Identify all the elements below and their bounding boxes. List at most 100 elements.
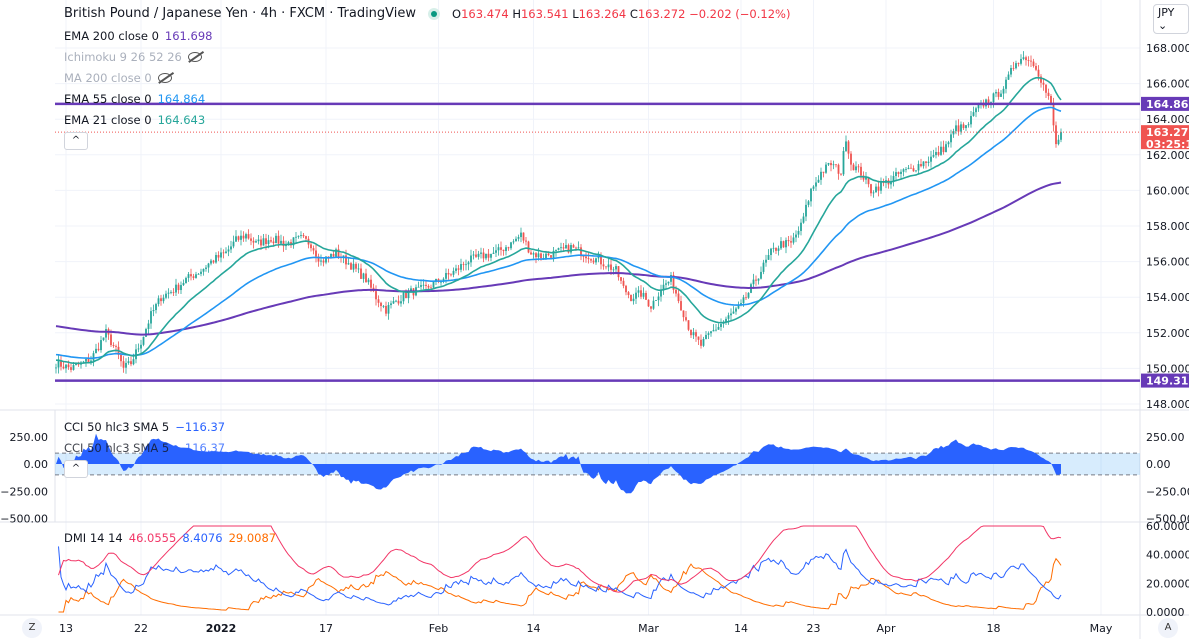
auto-scale-button[interactable]: A bbox=[1158, 618, 1178, 638]
candle-body bbox=[797, 230, 800, 235]
candle-body bbox=[140, 344, 142, 349]
candle-body bbox=[600, 256, 602, 265]
candle-body bbox=[640, 290, 642, 297]
candle-body bbox=[220, 252, 222, 258]
candle-body bbox=[830, 163, 832, 166]
candle-body bbox=[900, 171, 902, 174]
candle-body bbox=[1022, 57, 1025, 59]
candle-body bbox=[930, 156, 932, 162]
time-zoom-button[interactable]: Z bbox=[22, 618, 42, 638]
legend-cci[interactable]: CCI 50 hlc3 SMA 5 −116.37 bbox=[64, 420, 225, 434]
open-value: 163.474 bbox=[461, 6, 509, 21]
hidden-eye-icon[interactable] bbox=[187, 52, 202, 62]
candle-body bbox=[715, 329, 717, 331]
candle-body bbox=[772, 247, 775, 249]
candle-body bbox=[902, 169, 905, 172]
candle-body bbox=[680, 301, 682, 311]
indicator-value: 164.864 bbox=[157, 92, 206, 106]
candle-body bbox=[800, 222, 802, 231]
candle-body bbox=[655, 300, 657, 301]
candle-body bbox=[970, 115, 972, 125]
collapse-legend-button[interactable]: ^ bbox=[64, 132, 88, 150]
legend-cci-smoothing[interactable]: CCI 50 hlc3 SMA 5 −116.37 bbox=[64, 441, 225, 455]
candle-body bbox=[775, 247, 777, 251]
candle-body bbox=[185, 277, 187, 284]
candle-body bbox=[927, 161, 930, 163]
legend-ichimoku[interactable]: Ichimoku 9 26 52 26 bbox=[64, 50, 202, 64]
candle-body bbox=[527, 241, 530, 253]
candle-body bbox=[745, 297, 747, 299]
candle-body bbox=[595, 258, 597, 263]
legend-dmi[interactable]: DMI 14 14 46.0555 8.4076 29.0087 bbox=[64, 531, 276, 545]
symbol-title[interactable]: British Pound / Japanese Yen · 4h · FXCM… bbox=[64, 6, 416, 21]
candle-body bbox=[815, 182, 817, 187]
currency-dropdown[interactable]: JPY ⌄ bbox=[1153, 4, 1189, 34]
candle-body bbox=[480, 252, 482, 254]
legend-ema200[interactable]: EMA 200 close 0 161.698 bbox=[64, 29, 212, 43]
candle-body bbox=[960, 124, 962, 132]
candle-body bbox=[962, 124, 965, 129]
candle-body bbox=[635, 292, 637, 299]
cci-axis-label: −250.00 bbox=[1146, 485, 1189, 498]
candle-body bbox=[565, 245, 567, 249]
candle-body bbox=[947, 142, 950, 145]
candle-body bbox=[320, 260, 322, 262]
candle-body bbox=[675, 289, 677, 294]
legend-ma200[interactable]: MA 200 close 0 bbox=[64, 71, 172, 85]
candle-body bbox=[832, 164, 835, 166]
cci-axis-label: −250.00 bbox=[0, 485, 48, 498]
time-axis-label: 13 bbox=[59, 622, 73, 635]
lower-line-price-badge-text: 149.316 bbox=[1146, 375, 1189, 388]
time-axis-label: Apr bbox=[876, 622, 896, 635]
candle-body bbox=[302, 235, 305, 237]
candle-body bbox=[812, 186, 815, 189]
candle-body bbox=[180, 285, 182, 291]
candle-body bbox=[727, 315, 730, 319]
candle-body bbox=[720, 323, 722, 327]
candle-body bbox=[172, 291, 175, 293]
cci-axis-label: 0.00 bbox=[1146, 458, 1171, 471]
candle-body bbox=[650, 306, 652, 309]
candle-body bbox=[792, 237, 795, 243]
candle-body bbox=[987, 99, 990, 104]
candle-body bbox=[622, 280, 625, 286]
candle-body bbox=[575, 247, 577, 249]
candle-body bbox=[810, 188, 812, 202]
candle-body bbox=[402, 292, 405, 302]
candle-body bbox=[855, 166, 857, 171]
candle-body bbox=[802, 216, 805, 223]
candle-body bbox=[190, 274, 192, 277]
candle-body bbox=[367, 279, 370, 283]
indicator-value: 8.4076 bbox=[182, 531, 223, 545]
time-axis-label: 2022 bbox=[206, 622, 237, 635]
hidden-eye-icon[interactable] bbox=[157, 73, 172, 83]
candle-body bbox=[277, 235, 280, 244]
candle-body bbox=[837, 164, 840, 174]
candle-body bbox=[135, 349, 137, 360]
price-axis-label: 150.000 bbox=[1146, 362, 1189, 375]
candle-body bbox=[432, 281, 435, 288]
candle-body bbox=[207, 263, 210, 268]
indicator-label: CCI 50 hlc3 SMA 5 bbox=[64, 420, 170, 434]
legend-ema21[interactable]: EMA 21 close 0 164.643 bbox=[64, 113, 205, 127]
candle-body bbox=[585, 256, 587, 259]
candle-body bbox=[610, 264, 612, 270]
legend-ema55[interactable]: EMA 55 close 0 164.864 bbox=[64, 92, 205, 106]
candle-body bbox=[1027, 60, 1030, 61]
candle-body bbox=[265, 238, 267, 244]
grid bbox=[55, 0, 1140, 615]
candle-body bbox=[210, 260, 212, 264]
candle-body bbox=[510, 242, 512, 249]
candle-body bbox=[907, 167, 910, 170]
candle-body bbox=[562, 247, 565, 249]
candle-body bbox=[550, 255, 552, 258]
candle-body bbox=[997, 92, 1000, 97]
candle-body bbox=[380, 302, 382, 307]
candle-body bbox=[827, 163, 830, 165]
indicator-value: 164.643 bbox=[157, 113, 206, 127]
candle-body bbox=[227, 249, 230, 252]
time-axis-label: 23 bbox=[807, 622, 821, 635]
price-axis-label: 164.000 bbox=[1146, 113, 1189, 126]
collapse-cci-legend-button[interactable]: ^ bbox=[64, 460, 88, 478]
candle-body bbox=[92, 353, 95, 361]
